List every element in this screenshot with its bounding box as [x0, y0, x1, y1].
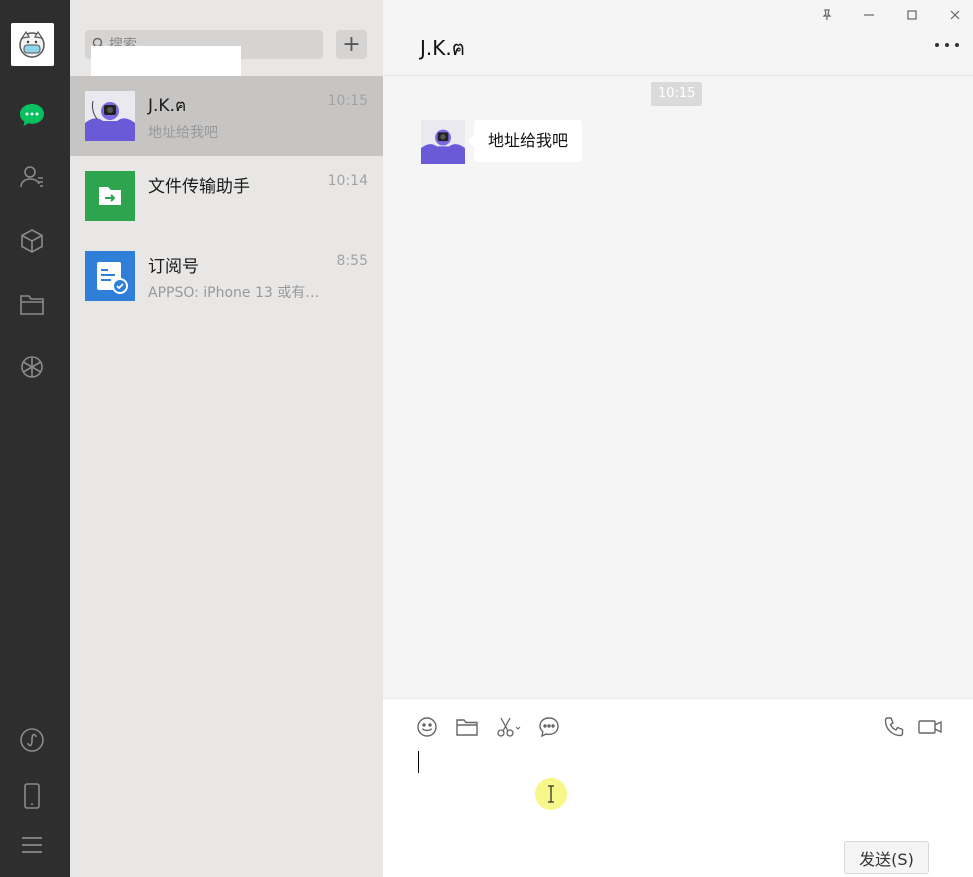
screenshot-scissors-icon[interactable]: [494, 713, 522, 741]
close-icon[interactable]: [945, 5, 965, 25]
session-item-file-transfer[interactable]: 文件传输助手 10:14: [70, 156, 383, 236]
emoji-icon[interactable]: [413, 713, 441, 741]
mouse-cursor-icon: [535, 778, 567, 810]
subscription-icon: [85, 251, 135, 301]
session-time: 10:15: [327, 93, 368, 109]
contact-avatar: [85, 91, 135, 141]
nav-sidebar: [0, 0, 70, 877]
user-avatar[interactable]: [11, 23, 54, 66]
mini-program-icon[interactable]: [17, 725, 47, 755]
session-time: 8:55: [336, 253, 368, 269]
message-avatar[interactable]: [421, 120, 465, 164]
maximize-icon[interactable]: [902, 5, 922, 25]
folder-icon[interactable]: [453, 713, 481, 741]
message-timestamp: 10:15: [651, 82, 703, 106]
voice-call-icon[interactable]: [880, 713, 908, 741]
video-call-icon[interactable]: [916, 713, 944, 741]
folder-icon[interactable]: [17, 289, 47, 319]
session-name: 文件传输助手: [148, 177, 250, 197]
session-preview: 地址给我吧: [148, 125, 218, 141]
phone-icon[interactable]: [17, 781, 47, 811]
text-caret: [418, 751, 419, 773]
session-preview: APPSO: iPhone 13 或有…: [148, 285, 320, 301]
plus-icon: +: [342, 31, 361, 57]
chat-history-icon[interactable]: [535, 713, 563, 741]
chat-icon[interactable]: [17, 100, 47, 130]
menu-icon[interactable]: [17, 830, 47, 860]
chat-panel: J.K.ฅ 10:15 地址给我吧 发送(S): [383, 0, 973, 877]
contacts-icon[interactable]: [17, 162, 47, 192]
session-name: J.K.ฅ: [148, 96, 187, 116]
add-button[interactable]: +: [336, 30, 367, 59]
session-item-subscriptions[interactable]: 订阅号 8:55 APPSO: iPhone 13 或有…: [70, 236, 383, 316]
moments-icon[interactable]: [17, 352, 47, 382]
session-item-jk[interactable]: J.K.ฅ 10:15 地址给我吧: [70, 76, 383, 156]
message-bubble: 地址给我吧: [467, 120, 583, 162]
send-button[interactable]: 发送(S): [844, 841, 929, 874]
session-time: 10:14: [327, 173, 368, 189]
cube-icon[interactable]: [17, 226, 47, 256]
more-options-icon[interactable]: [935, 40, 959, 50]
session-name: 订阅号: [148, 257, 199, 277]
chat-header: J.K.ฅ: [383, 0, 973, 76]
chat-title: J.K.ฅ: [420, 36, 466, 60]
minimize-icon[interactable]: [859, 5, 879, 25]
pin-icon[interactable]: [817, 5, 837, 25]
composer: 发送(S): [383, 698, 973, 877]
file-transfer-icon: [85, 171, 135, 221]
session-list: + J.K.ฅ 10:15 地址给我吧 文件传输助手 10:14: [70, 0, 383, 877]
